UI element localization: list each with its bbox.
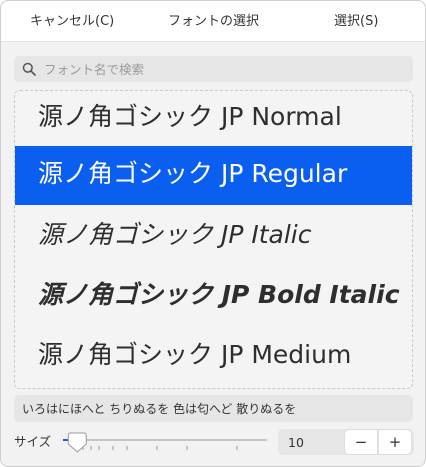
font-list-item-label: 源ノ角ゴシック JP Regular bbox=[38, 159, 348, 188]
font-list-item-label: 源ノ角ゴシック JP Medium bbox=[38, 340, 352, 369]
preview-text-field[interactable]: いろはにほへと ちりぬるを 色は匂へど 散りぬるを bbox=[14, 395, 413, 422]
select-button[interactable]: 選択(S) bbox=[334, 1, 378, 41]
slider-thumb[interactable] bbox=[67, 432, 87, 453]
size-slider[interactable] bbox=[61, 430, 271, 456]
font-list-item[interactable]: 源ノ角ゴシック JP Normal bbox=[15, 91, 412, 149]
font-list-item-selected[interactable]: 源ノ角ゴシック JP Regular bbox=[15, 146, 412, 205]
decrease-size-button[interactable]: − bbox=[344, 429, 378, 455]
font-list-item[interactable]: 源ノ角ゴシック JP Italic bbox=[15, 207, 412, 267]
font-list-item-label: 源ノ角ゴシック JP Italic bbox=[38, 220, 312, 249]
cancel-button[interactable]: キャンセル(C) bbox=[30, 1, 114, 41]
increase-size-button[interactable]: + bbox=[378, 429, 412, 455]
search-input[interactable]: フォント名で検索 bbox=[14, 56, 413, 82]
size-stepper[interactable]: 10 − + bbox=[278, 429, 414, 455]
font-chooser-dialog: キャンセル(C) フォントの選択 選択(S) フォント名で検索 源ノ角ゴシック … bbox=[0, 0, 426, 467]
size-label: サイズ bbox=[14, 434, 52, 449]
font-list[interactable]: 源ノ角ゴシック JP Normal 源ノ角ゴシック JP Regular 源ノ角… bbox=[14, 90, 413, 389]
slider-ticks bbox=[82, 446, 238, 450]
search-icon bbox=[22, 62, 36, 76]
font-list-item[interactable]: 源ノ角ゴシック JP Medium bbox=[15, 327, 412, 387]
size-value-input[interactable]: 10 bbox=[288, 429, 304, 456]
font-list-item-label: 源ノ角ゴシック JP Bold Italic bbox=[38, 280, 400, 309]
search-placeholder: フォント名で検索 bbox=[44, 62, 145, 77]
font-list-item-label: 源ノ角ゴシック JP Normal bbox=[38, 102, 342, 131]
dialog-title: フォントの選択 bbox=[168, 14, 260, 29]
dialog-header: キャンセル(C) フォントの選択 選択(S) bbox=[1, 1, 425, 42]
preview-text: いろはにほへと ちりぬるを 色は匂へど 散りぬるを bbox=[22, 402, 297, 416]
font-list-item[interactable]: 源ノ角ゴシック JP Bold Italic bbox=[15, 267, 412, 327]
